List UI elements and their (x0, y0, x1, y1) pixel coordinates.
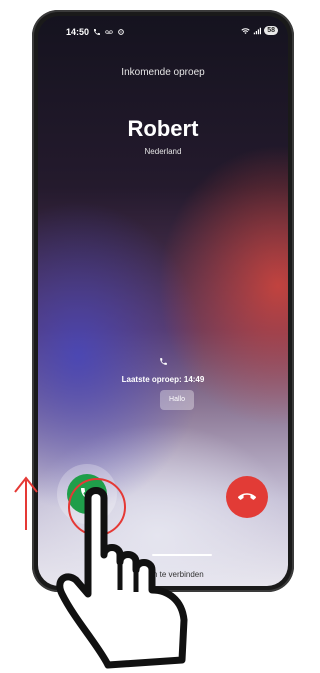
swipe-hint-text: Swipe om te verbinden (122, 570, 204, 579)
phone-icon (94, 29, 101, 35)
status-bar: 14:50 58 (38, 24, 288, 40)
caller-country: Nederland (144, 147, 182, 156)
incoming-call-label: Inkomende oproep (121, 67, 205, 78)
tap-indicator-ring (68, 478, 126, 536)
quick-reply-chip[interactable]: Hallo (160, 390, 194, 410)
status-left: 14:50 (66, 27, 125, 37)
settings-icon (118, 29, 124, 35)
last-call-phone-icon (38, 357, 288, 369)
battery-indicator: 58 (264, 26, 278, 35)
last-call-info: Laatste oproep: 14:49 (121, 375, 205, 384)
phone-frame: 14:50 58 Inkomende oproep Robert Nederla… (32, 10, 294, 592)
wifi-icon (241, 27, 250, 34)
caller-name: Robert (127, 116, 199, 141)
phone-hangup-icon (238, 493, 256, 500)
decline-call-button[interactable] (226, 476, 268, 518)
status-right: 58 (241, 26, 278, 35)
signal-icon (254, 27, 262, 34)
voicemail-icon (105, 30, 113, 34)
home-indicator (152, 554, 212, 556)
incoming-call-screen: 14:50 58 Inkomende oproep Robert Nederla… (38, 16, 288, 586)
status-time: 14:50 (66, 27, 90, 37)
